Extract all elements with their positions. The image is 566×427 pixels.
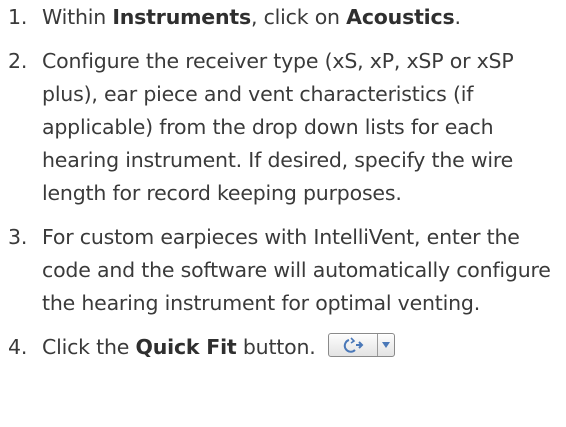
quick-fit-label: Quick Fit — [135, 335, 237, 359]
instruments-label: Instruments — [112, 5, 251, 29]
step-text: For custom earpieces with IntelliVent, e… — [42, 225, 551, 315]
dropdown-arrow-icon[interactable] — [378, 334, 394, 356]
step-text: Within — [42, 5, 113, 29]
step-number: 4. — [8, 335, 28, 359]
step-text: Configure the receiver type (xS, xP, xSP… — [42, 49, 514, 205]
step-1: 1. Within Instruments, click on Acoustic… — [0, 1, 566, 34]
step-number: 2. — [8, 49, 28, 73]
instructions-page: 1. Within Instruments, click on Acoustic… — [0, 0, 566, 427]
step-text: button. — [236, 335, 316, 359]
step-number: 1. — [8, 5, 28, 29]
step-2: 2. Configure the receiver type (xS, xP, … — [0, 45, 566, 210]
quick-fit-icon — [329, 334, 377, 356]
step-text: , click on — [250, 5, 347, 29]
step-3: 3. For custom earpieces with IntelliVent… — [0, 221, 566, 320]
quick-fit-button[interactable] — [327, 333, 395, 357]
step-text: Click the — [42, 335, 136, 359]
step-number: 3. — [8, 225, 28, 249]
step-text: . — [454, 5, 461, 29]
acoustics-label: Acoustics — [346, 5, 455, 29]
step-4: 4. Click the Quick Fit button. — [0, 331, 566, 364]
steps-list: 1. Within Instruments, click on Acoustic… — [0, 1, 566, 364]
